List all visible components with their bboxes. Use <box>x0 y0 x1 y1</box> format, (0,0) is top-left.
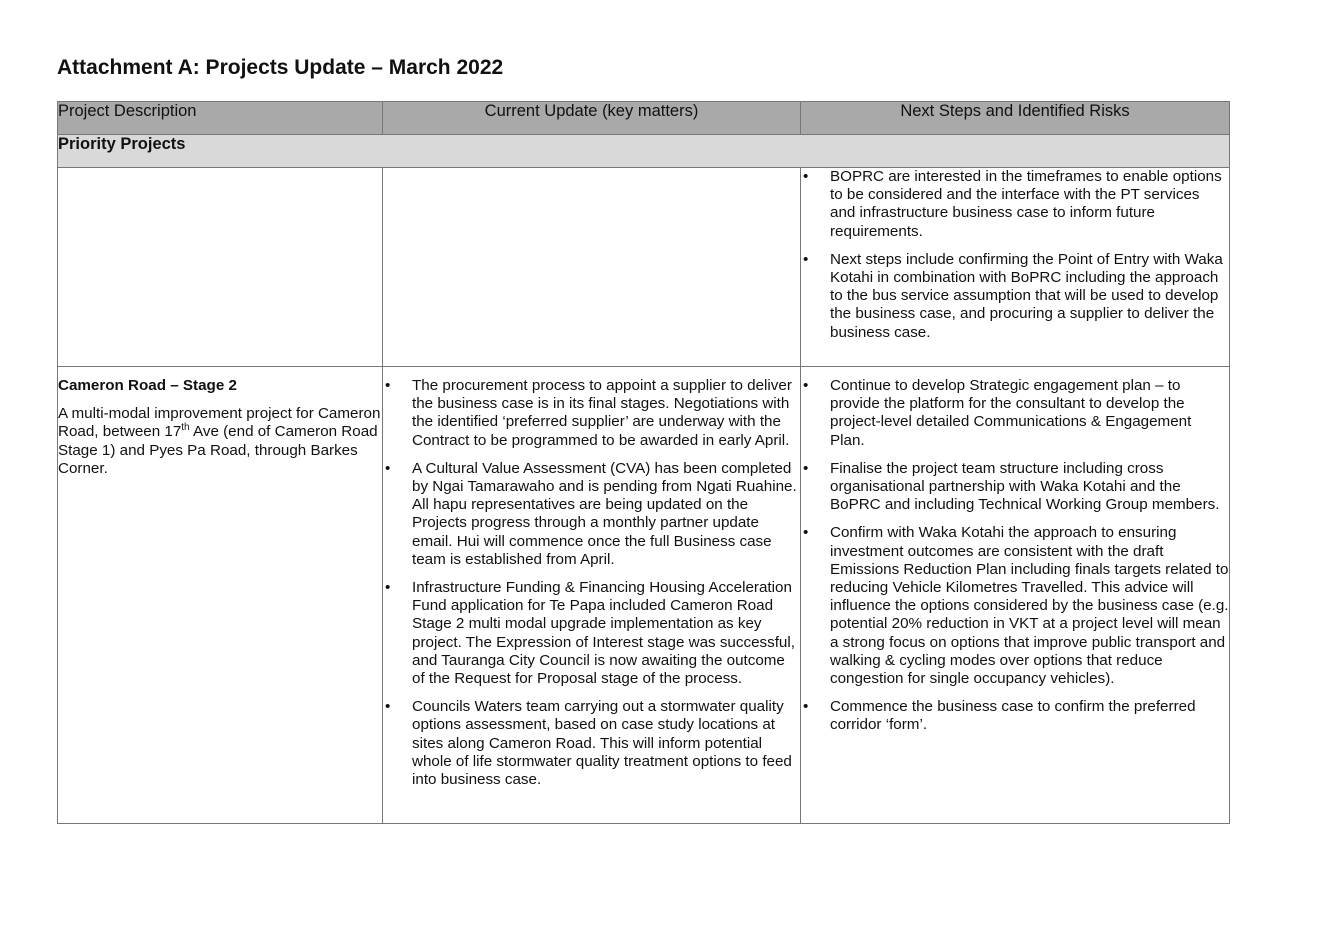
ordinal-suffix: th <box>181 422 190 434</box>
next-steps-list: Continue to develop Strategic engagement… <box>801 377 1229 735</box>
list-item: Next steps include confirming the Point … <box>801 251 1229 342</box>
list-item: Commence the business case to confirm th… <box>801 698 1229 734</box>
list-item: Continue to develop Strategic engagement… <box>801 377 1229 450</box>
current-update-list: The procurement process to appoint a sup… <box>383 377 800 789</box>
section-priority-projects: Priority Projects <box>57 134 1230 168</box>
section-row: Priority Projects <box>57 134 1230 168</box>
header-row: Project Description Current Update (key … <box>57 101 1230 135</box>
list-item: Infrastructure Funding & Financing Housi… <box>383 579 800 688</box>
table-row: Cameron Road – Stage 2 A multi-modal imp… <box>57 366 1230 824</box>
header-next-steps: Next Steps and Identified Risks <box>800 101 1230 135</box>
next-steps-cell: BOPRC are interested in the timeframes t… <box>800 167 1230 367</box>
project-description: A multi-modal improvement project for Ca… <box>58 405 382 478</box>
page-title: Attachment A: Projects Update – March 20… <box>57 56 504 79</box>
current-update-cell <box>382 167 801 367</box>
list-item: The procurement process to appoint a sup… <box>383 377 800 450</box>
list-item: A Cultural Value Assessment (CVA) has be… <box>383 460 800 569</box>
header-project-description: Project Description <box>57 101 383 135</box>
project-description-cell: Cameron Road – Stage 2 A multi-modal imp… <box>57 366 383 824</box>
header-current-update: Current Update (key matters) <box>382 101 801 135</box>
list-item: Finalise the project team structure incl… <box>801 460 1229 515</box>
project-description-cell <box>57 167 383 367</box>
list-item: BOPRC are interested in the timeframes t… <box>801 168 1229 241</box>
table-row: BOPRC are interested in the timeframes t… <box>57 167 1230 367</box>
list-item: Councils Waters team carrying out a stor… <box>383 698 800 789</box>
next-steps-list: BOPRC are interested in the timeframes t… <box>801 168 1229 342</box>
current-update-cell: The procurement process to appoint a sup… <box>382 366 801 824</box>
next-steps-cell: Continue to develop Strategic engagement… <box>800 366 1230 824</box>
list-item: Confirm with Waka Kotahi the approach to… <box>801 524 1229 688</box>
project-name: Cameron Road – Stage 2 <box>58 377 237 394</box>
projects-table: Project Description Current Update (key … <box>57 101 1230 824</box>
